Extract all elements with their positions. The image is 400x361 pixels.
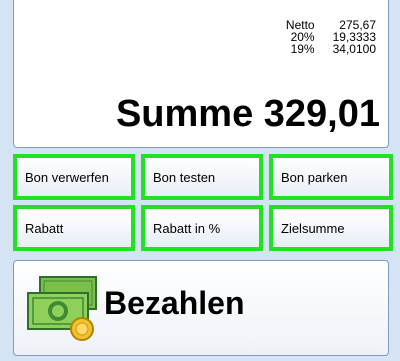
park-receipt-button[interactable]: Bon parken: [269, 154, 393, 200]
button-label: Bon testen: [153, 169, 216, 185]
tax-table: Netto 275,67 20% 19,3333 19% 34,0100: [286, 19, 376, 55]
button-label: Rabatt in %: [153, 220, 221, 236]
tax-label: 19%: [290, 42, 315, 56]
pay-label: Bezahlen: [104, 285, 245, 321]
button-label: Bon parken: [281, 169, 348, 185]
pay-button[interactable]: Bezahlen: [13, 260, 389, 356]
button-label: Rabatt: [25, 220, 64, 236]
button-label: Zielsumme: [281, 220, 345, 236]
discount-button[interactable]: Rabatt: [13, 205, 135, 251]
test-receipt-button[interactable]: Bon testen: [141, 154, 263, 200]
tax-row-19: 19% 34,0100: [286, 43, 376, 55]
money-icon: [24, 273, 100, 348]
target-sum-button[interactable]: Zielsumme: [269, 205, 393, 251]
total-sum: Summe 329,01: [115, 93, 380, 135]
tax-value: 34,0100: [332, 42, 376, 56]
summary-panel: Netto 275,67 20% 19,3333 19% 34,0100 Sum…: [13, 0, 389, 148]
discount-percent-button[interactable]: Rabatt in %: [141, 205, 263, 251]
discard-receipt-button[interactable]: Bon verwerfen: [13, 154, 135, 200]
button-label: Bon verwerfen: [25, 169, 109, 185]
